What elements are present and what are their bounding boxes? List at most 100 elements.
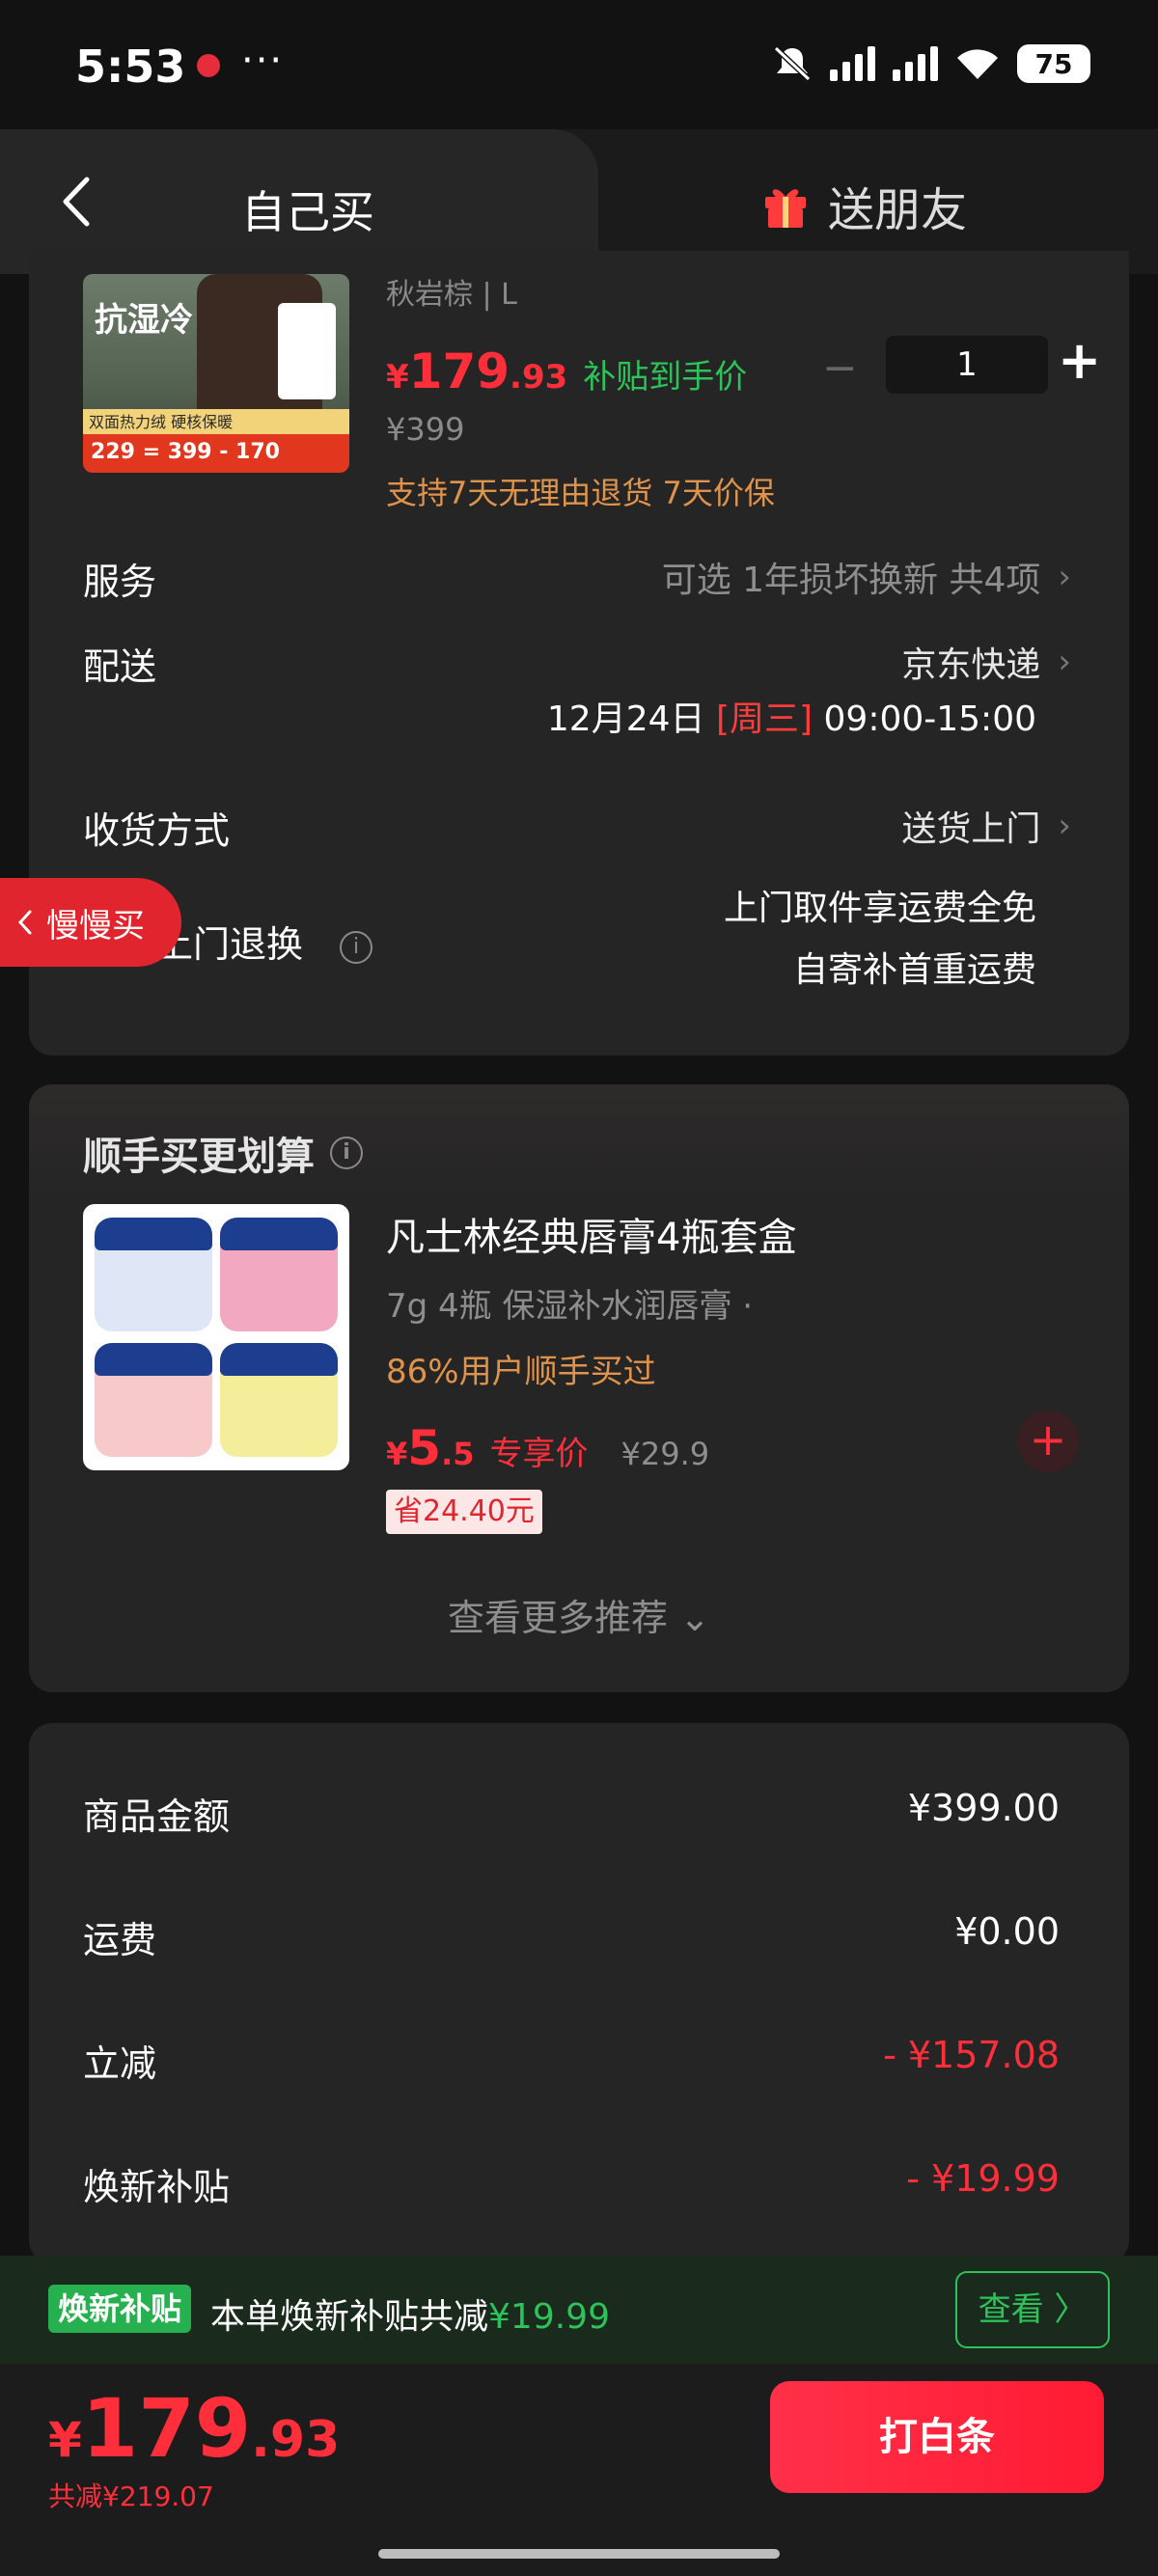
battery-icon: 75 bbox=[1017, 44, 1090, 83]
info-icon[interactable]: i bbox=[340, 930, 373, 964]
status-bar: 5:53 ··· 75 bbox=[0, 0, 1158, 135]
status-time: 5:53 bbox=[75, 41, 186, 93]
renewal-subsidy-row: 焕新补贴 - ¥19.99 bbox=[83, 2157, 1060, 2210]
renewal-subsidy-label: 焕新补贴 bbox=[83, 2166, 231, 2208]
instant-discount-row: 立减 - ¥157.08 bbox=[83, 2034, 1060, 2087]
recommend-title: 顺手买更划算 i bbox=[83, 1125, 363, 1181]
delivery-label: 配送 bbox=[83, 645, 157, 688]
recommend-title-text: 顺手买更划算 bbox=[83, 1135, 315, 1179]
lip-balm-jar-blue bbox=[95, 1218, 212, 1331]
subsidy-price-note: 补贴到手价 bbox=[583, 358, 748, 397]
product-price: ¥ 179 .93 补贴到手价 bbox=[386, 343, 747, 399]
tab-gift-label: 送朋友 bbox=[828, 183, 968, 237]
goods-amount-value: ¥399.00 bbox=[907, 1787, 1060, 1829]
total-integer: 179 bbox=[81, 2381, 252, 2476]
delivery-window: 09:00-15:00 bbox=[823, 699, 1036, 739]
delivery-value: 京东快递 bbox=[901, 645, 1041, 685]
instant-discount-value: - ¥157.08 bbox=[883, 2034, 1060, 2076]
chevron-right-icon: › bbox=[1058, 807, 1071, 845]
receive-method-row[interactable]: 送货上门 › bbox=[901, 801, 1071, 851]
product-sku[interactable]: 秋岩棕 | L bbox=[386, 270, 517, 313]
lip-balm-jar-yellow bbox=[220, 1343, 338, 1457]
recommend-card: 顺手买更划算 i 凡士林经典唇膏4瓶套盒 7g 4瓶 保湿补水润唇膏 · 86%… bbox=[29, 1084, 1129, 1692]
thumbnail-price-strip: 229 = 399 - 170 bbox=[83, 434, 349, 473]
shipping-fee-value: ¥0.00 bbox=[954, 1910, 1060, 1953]
subsidy-banner-label: 本单焕新补贴共减 bbox=[210, 2297, 489, 2337]
return-policy-note: 支持7天无理由退货 7天价保 bbox=[386, 475, 775, 511]
signal-1-icon bbox=[830, 46, 875, 81]
total-price: ¥ 179 .93 bbox=[48, 2381, 340, 2476]
status-indicators: 75 bbox=[772, 44, 1090, 83]
quantity-decrease-button[interactable]: − bbox=[822, 343, 858, 393]
service-value: 可选 1年损坏换新 共4项 bbox=[661, 561, 1041, 600]
recommend-product-name[interactable]: 凡士林经典唇膏4瓶套盒 bbox=[386, 1206, 796, 1262]
service-label: 服务 bbox=[83, 561, 157, 603]
total-savings[interactable]: 共减¥219.07 bbox=[48, 2476, 214, 2514]
price-currency: ¥ bbox=[386, 358, 409, 397]
recommend-price-integer: 5 bbox=[407, 1420, 442, 1476]
subsidy-banner: 焕新补贴 本单焕新补贴共减¥19.99 查看 〉 bbox=[0, 2256, 1158, 2364]
chevron-right-icon: › bbox=[1058, 643, 1071, 681]
return-line-1: 上门取件享运费全免 bbox=[723, 889, 1036, 928]
see-more-recommendations[interactable]: 查看更多推荐 ⌄ bbox=[29, 1588, 1129, 1641]
shipping-fee-row: 运费 ¥0.00 bbox=[83, 1910, 1060, 1963]
delivery-row[interactable]: 京东快递 › bbox=[901, 637, 1071, 687]
product-thumbnail[interactable]: 抗湿冷 双面热力绒 硬核保暖 229 = 399 - 170 bbox=[83, 274, 349, 473]
quantity-increase-button[interactable]: + bbox=[1058, 330, 1101, 391]
lip-balm-jar-pink bbox=[220, 1218, 338, 1331]
tab-send-to-friend[interactable]: 送朋友 bbox=[762, 172, 967, 239]
recommend-bought-rate: 86%用户顺手买过 bbox=[386, 1353, 656, 1391]
shipping-fee-label: 运费 bbox=[83, 1919, 157, 1961]
receive-method-value: 送货上门 bbox=[901, 809, 1041, 849]
total-currency: ¥ bbox=[48, 2412, 82, 2468]
original-price: ¥399 bbox=[386, 411, 465, 448]
pay-with-baitiao-button[interactable]: 打白条 bbox=[770, 2381, 1104, 2493]
quantity-input[interactable]: 1 bbox=[886, 336, 1048, 394]
recommend-price: ¥ 5 .5 专享价 ¥29.9 bbox=[386, 1420, 709, 1476]
delivery-date: 12月24日 bbox=[546, 699, 705, 739]
add-to-order-button[interactable]: + bbox=[1017, 1411, 1079, 1472]
tab-self-label: 自己买 bbox=[241, 186, 374, 238]
mute-icon bbox=[773, 45, 812, 82]
home-indicator[interactable] bbox=[378, 2549, 780, 2559]
goods-amount-label: 商品金额 bbox=[83, 1795, 231, 1838]
subsidy-badge: 焕新补贴 bbox=[48, 2285, 192, 2333]
price-integer: 179 bbox=[408, 343, 510, 399]
thumbnail-badge bbox=[278, 303, 336, 399]
renewal-subsidy-value: - ¥19.99 bbox=[906, 2157, 1060, 2200]
slow-buy-label: 慢慢买 bbox=[46, 906, 145, 945]
chevron-right-icon: › bbox=[1058, 558, 1071, 596]
receive-method-label: 收货方式 bbox=[83, 809, 231, 852]
delivery-time: 12月24日 [周三] 09:00-15:00 bbox=[547, 691, 1036, 741]
return-line-2: 自寄补首重运费 bbox=[792, 950, 1036, 990]
checkout-bar: ¥ 179 .93 共减¥219.07 打白条 bbox=[0, 2364, 1158, 2576]
recommend-thumbnail[interactable] bbox=[83, 1204, 349, 1470]
lip-balm-jar-peach bbox=[95, 1343, 212, 1457]
more-notifications-icon: ··· bbox=[241, 39, 285, 83]
total-decimal: .93 bbox=[251, 2411, 341, 2469]
recommend-price-decimal: .5 bbox=[441, 1436, 475, 1472]
goods-amount-row: 商品金额 ¥399.00 bbox=[83, 1787, 1060, 1840]
exclusive-price-tag: 专享价 bbox=[489, 1435, 589, 1473]
gift-icon bbox=[765, 189, 806, 228]
recommend-product-spec: 7g 4瓶 保湿补水润唇膏 · bbox=[386, 1287, 754, 1326]
chevron-left-icon bbox=[17, 910, 32, 935]
view-subsidy-button[interactable]: 查看 〉 bbox=[955, 2271, 1110, 2348]
product-card: 抗湿冷 双面热力绒 硬核保暖 229 = 399 - 170 秋岩棕 | L ¥… bbox=[29, 251, 1129, 1055]
savings-badge: 省24.40元 bbox=[386, 1490, 542, 1534]
thumbnail-strip: 双面热力绒 硬核保暖 bbox=[83, 409, 349, 436]
service-row[interactable]: 可选 1年损坏换新 共4项 › bbox=[662, 552, 1071, 602]
price-summary-card: 商品金额 ¥399.00 运费 ¥0.00 立减 - ¥157.08 焕新补贴 … bbox=[29, 1723, 1129, 2263]
wifi-icon bbox=[957, 49, 998, 79]
info-icon[interactable]: i bbox=[330, 1137, 363, 1169]
instant-discount-label: 立减 bbox=[83, 2042, 157, 2085]
app-notification-icon bbox=[197, 54, 220, 77]
thumbnail-tag: 抗湿冷 bbox=[95, 301, 193, 340]
subsidy-banner-text: 本单焕新补贴共减¥19.99 bbox=[210, 2288, 610, 2339]
slow-buy-tab[interactable]: 慢慢买 bbox=[0, 878, 181, 967]
subsidy-banner-amount: ¥19.99 bbox=[488, 2297, 610, 2337]
recommend-original-price: ¥29.9 bbox=[620, 1436, 710, 1472]
free-return-details: 上门取件享运费全免 自寄补首重运费 bbox=[724, 878, 1036, 1001]
back-arrow-icon[interactable] bbox=[58, 176, 96, 228]
delivery-weekday: [周三] bbox=[715, 699, 813, 739]
